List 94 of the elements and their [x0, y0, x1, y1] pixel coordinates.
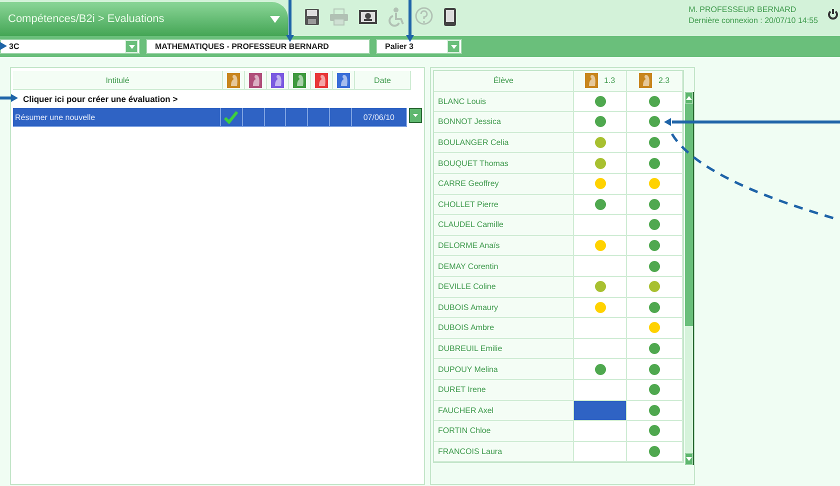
grade-cell[interactable]: [627, 236, 683, 256]
grade-cell[interactable]: [627, 359, 683, 380]
phone-icon[interactable]: [443, 7, 457, 27]
last-login: Dernière connexion : 20/07/10 14:55: [688, 15, 818, 26]
student-name: FRANCOIS Laura: [434, 442, 574, 462]
student-name: BOULANGER Celia: [434, 132, 574, 154]
annotation-arrow: [0, 42, 7, 50]
student-name: CHOLLET Pierre: [434, 194, 574, 216]
caret-icon: [450, 44, 456, 48]
grade-cell[interactable]: [574, 400, 627, 422]
grade-cell[interactable]: [627, 338, 683, 360]
mark-cell[interactable]: [220, 108, 243, 127]
evaluation-row[interactable]: Résumer une nouvelle 07/06/10: [13, 108, 422, 127]
grade-cell[interactable]: [627, 153, 683, 174]
grade-cell[interactable]: [627, 174, 683, 195]
caret-icon[interactable]: [270, 16, 280, 22]
grade-cell[interactable]: [574, 318, 627, 339]
dropdown-button[interactable]: [125, 40, 138, 53]
grade-cell[interactable]: [627, 298, 683, 318]
grade-cell[interactable]: [627, 256, 683, 277]
save-icon[interactable]: [304, 8, 320, 26]
student-name: DUBOIS Ambre: [434, 318, 574, 339]
level-select[interactable]: Palier 3: [376, 39, 462, 54]
student-name: BONNOT Jessica: [434, 112, 574, 133]
mark-cell[interactable]: [286, 108, 308, 127]
scrollbar-thumb[interactable]: [685, 104, 693, 326]
caret-icon: [686, 457, 692, 461]
mark-cell[interactable]: [330, 108, 352, 127]
grade-cell[interactable]: [574, 236, 627, 256]
student-name: CLAUDEL Camille: [434, 215, 574, 236]
grade-cell[interactable]: [574, 92, 627, 112]
id-card-icon[interactable]: [358, 9, 378, 25]
grade-cell[interactable]: [627, 276, 683, 298]
grade-cell[interactable]: [627, 215, 683, 236]
grade-cell[interactable]: [627, 318, 683, 339]
grade-cell[interactable]: [627, 400, 683, 422]
caret-icon: [686, 96, 692, 100]
grade-cell[interactable]: [574, 132, 627, 154]
grade-cell[interactable]: [574, 421, 627, 442]
evaluation-date: 07/06/10: [352, 108, 408, 127]
grade-cell[interactable]: [574, 276, 627, 298]
dropdown-button[interactable]: [447, 40, 460, 53]
breadcrumb-tab[interactable]: Compétences/B2i > Evaluations: [0, 2, 288, 36]
student-name: FORTIN Chloe: [434, 421, 574, 442]
evaluation-title: Résumer une nouvelle: [13, 108, 221, 127]
grade-cell[interactable]: [574, 359, 627, 380]
grade-cell[interactable]: [627, 421, 683, 442]
student-name: DUPOUY Melina: [434, 359, 574, 380]
scroll-down-button[interactable]: [685, 453, 693, 465]
student-name: DELORME Anaïs: [434, 236, 574, 256]
mark-cell[interactable]: [242, 108, 265, 127]
grade-cell[interactable]: [627, 92, 683, 112]
student-name: BOUQUET Thomas: [434, 153, 574, 174]
grade-cell[interactable]: [574, 112, 627, 133]
student-name: DEVILLE Coline: [434, 276, 574, 298]
grade-cell[interactable]: [574, 298, 627, 318]
scroll-up-button[interactable]: [685, 92, 693, 104]
check-icon: [224, 110, 238, 124]
column-header[interactable]: Date: [355, 71, 411, 90]
power-icon[interactable]: [828, 8, 838, 20]
grade-cell[interactable]: [574, 194, 627, 216]
column-header[interactable]: Élève: [434, 71, 574, 92]
user-name: M. PROFESSEUR BERNARD: [688, 4, 798, 15]
grade-cell[interactable]: [627, 132, 683, 154]
student-name: DUBOIS Amaury: [434, 298, 574, 318]
column-header[interactable]: 2.3: [658, 76, 670, 86]
grade-cell[interactable]: [574, 256, 627, 277]
student-name: DEMAY Corentin: [434, 256, 574, 277]
caret-icon: [413, 114, 418, 117]
grade-cell[interactable]: [574, 215, 627, 236]
student-name: DUBREUIL Emilie: [434, 338, 574, 360]
grade-cell[interactable]: [574, 174, 627, 195]
caret-icon: [128, 44, 134, 48]
column-header[interactable]: Intitulé: [13, 71, 223, 90]
grade-cell[interactable]: [574, 338, 627, 360]
student-name: DURET Irene: [434, 380, 574, 400]
mark-cell[interactable]: [308, 108, 330, 127]
class-select[interactable]: 3C: [0, 39, 140, 54]
annotation-arrow: [0, 94, 18, 102]
create-evaluation-link[interactable]: Cliquer ici pour créer une évaluation >: [23, 94, 178, 104]
student-name: FAUCHER Axel: [434, 400, 574, 422]
column-header[interactable]: 1.3: [604, 76, 616, 86]
grade-cell[interactable]: [627, 442, 683, 462]
subject-field[interactable]: MATHEMATIQUES - PROFESSEUR BERNARD: [146, 39, 370, 54]
mark-cell[interactable]: [264, 108, 286, 127]
scroll-button[interactable]: [409, 108, 422, 123]
annotation-arrow: [406, 0, 414, 42]
grade-cell[interactable]: [574, 442, 627, 462]
student-name: CARRE Geoffrey: [434, 174, 574, 195]
grade-cell[interactable]: [574, 153, 627, 174]
grade-cell[interactable]: [627, 194, 683, 216]
grade-cell[interactable]: [627, 380, 683, 400]
annotation-arrow: [286, 0, 294, 42]
student-name: BLANC Louis: [434, 92, 574, 112]
